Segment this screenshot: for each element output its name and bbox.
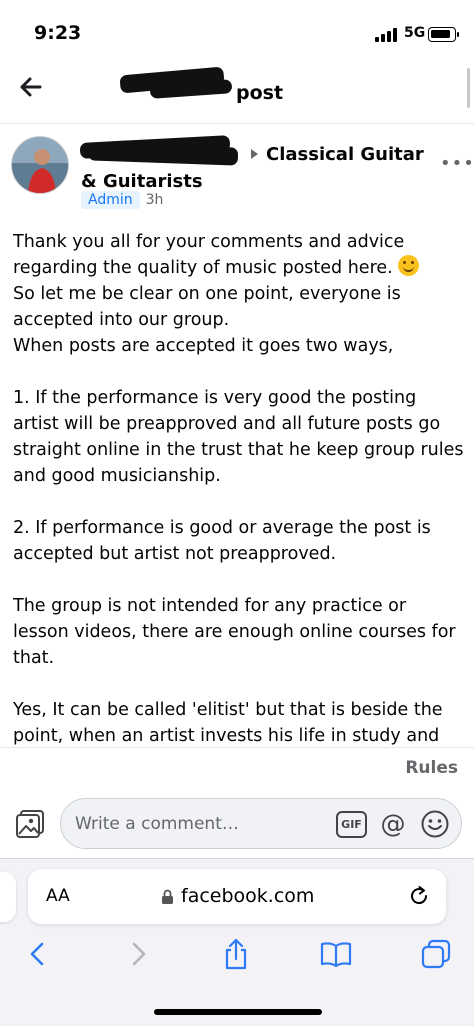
tabs-icon[interactable]: [419, 937, 453, 971]
post-paragraph: The group is not intended for any practi…: [13, 596, 456, 668]
comment-placeholder: Write a comment…: [75, 814, 239, 834]
previous-tab-preview[interactable]: [0, 872, 16, 922]
post-paragraph: Thank you all for your comments and advi…: [13, 229, 465, 281]
rules-link[interactable]: Rules: [405, 758, 458, 778]
forward-icon[interactable]: [121, 937, 155, 971]
divider: [0, 747, 474, 748]
photo-icon[interactable]: [15, 808, 46, 839]
network-label: 5G: [404, 25, 426, 41]
url-display[interactable]: facebook.com: [161, 885, 314, 907]
share-icon[interactable]: [219, 937, 253, 971]
back-icon[interactable]: [21, 937, 55, 971]
comment-input[interactable]: Write a comment… GIF @: [60, 798, 462, 849]
smiling-face-emoji-icon: [398, 255, 420, 276]
post-paragraph: 2. If performance is good or average the…: [13, 518, 431, 564]
post-meta: Admin 3h: [81, 191, 163, 209]
browser-nav: [0, 937, 474, 981]
address-bar[interactable]: AA facebook.com: [28, 869, 446, 924]
emoji-icon[interactable]: [420, 809, 450, 839]
browser-toolbar: AA facebook.com: [0, 858, 474, 1026]
post-paragraph: point, when an artist invests his life i…: [13, 726, 440, 746]
arrow-right-icon: [251, 149, 258, 159]
post-paragraph: So let me be clear on one point, everyon…: [13, 284, 401, 330]
post-author-line: Classical Guitar & Guitarists: [81, 141, 441, 195]
status-time: 9:23: [34, 22, 82, 44]
lock-icon: [162, 889, 173, 904]
header-title: post: [236, 82, 284, 104]
bookmarks-icon[interactable]: [319, 937, 353, 971]
battery-icon: [428, 27, 459, 42]
avatar[interactable]: [11, 136, 69, 194]
post-author-row: Classical Guitar & Guitarists Admin 3h •…: [0, 125, 474, 220]
admin-badge: Admin: [81, 191, 140, 209]
reload-icon[interactable]: [407, 884, 431, 908]
post-paragraph: 1. If the performance is very good the p…: [13, 388, 464, 486]
more-options-icon[interactable]: •••: [440, 153, 474, 174]
post-paragraph: Yes, It can be called 'elitist' but that…: [13, 700, 443, 720]
home-indicator: [154, 1009, 322, 1015]
back-arrow-icon[interactable]: [18, 74, 44, 100]
mention-icon[interactable]: @: [377, 808, 409, 840]
post-paragraph: When posts are accepted it goes two ways…: [13, 336, 394, 356]
signal-icon: [375, 28, 399, 42]
post-body: Thank you all for your comments and advi…: [13, 229, 465, 747]
post-time[interactable]: 3h: [146, 192, 164, 208]
reader-settings-button[interactable]: AA: [46, 886, 70, 906]
status-bar: 9:23 5G: [0, 0, 474, 60]
post-header: post: [0, 60, 474, 124]
url-text: facebook.com: [181, 885, 315, 907]
gif-icon[interactable]: GIF: [336, 811, 367, 838]
